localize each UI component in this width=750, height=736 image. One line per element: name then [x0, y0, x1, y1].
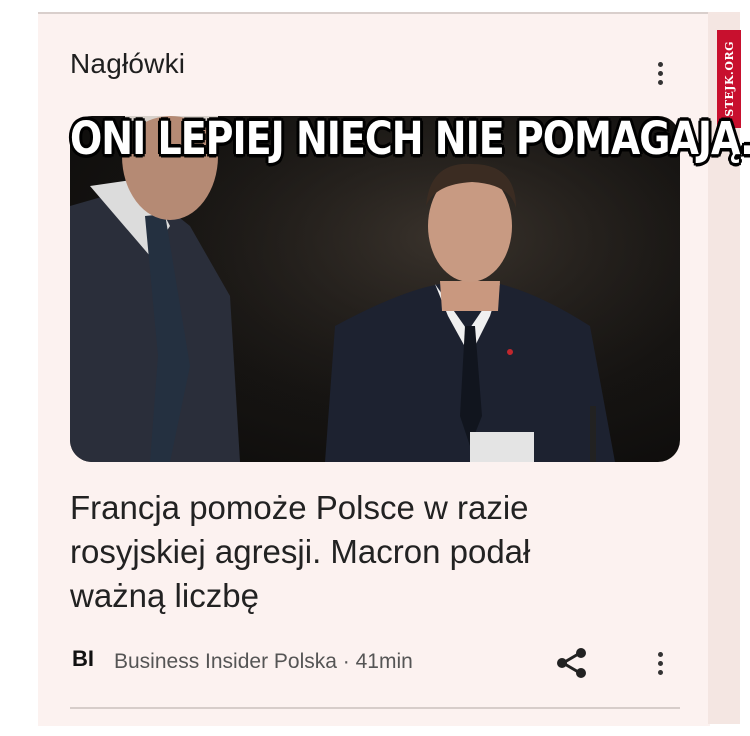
- meme-caption: ONI LEPIEJ NIECH NIE POMAGAJĄ...: [70, 112, 750, 165]
- share-icon[interactable]: [555, 646, 589, 680]
- more-options-icon[interactable]: [648, 648, 672, 678]
- source-meta[interactable]: Business Insider Polska · 41min: [114, 650, 413, 674]
- article-image[interactable]: [70, 116, 680, 462]
- source-logo: BI: [72, 646, 94, 671]
- photo-illustration: [70, 116, 680, 462]
- more-options-icon[interactable]: [648, 58, 672, 88]
- article-headline[interactable]: Francja pomoże Polsce w razie rosyjskiej…: [70, 486, 630, 618]
- divider: [70, 707, 680, 709]
- section-title: Nagłówki: [70, 48, 186, 79]
- watermark-text: STEJK.ORG: [722, 41, 736, 117]
